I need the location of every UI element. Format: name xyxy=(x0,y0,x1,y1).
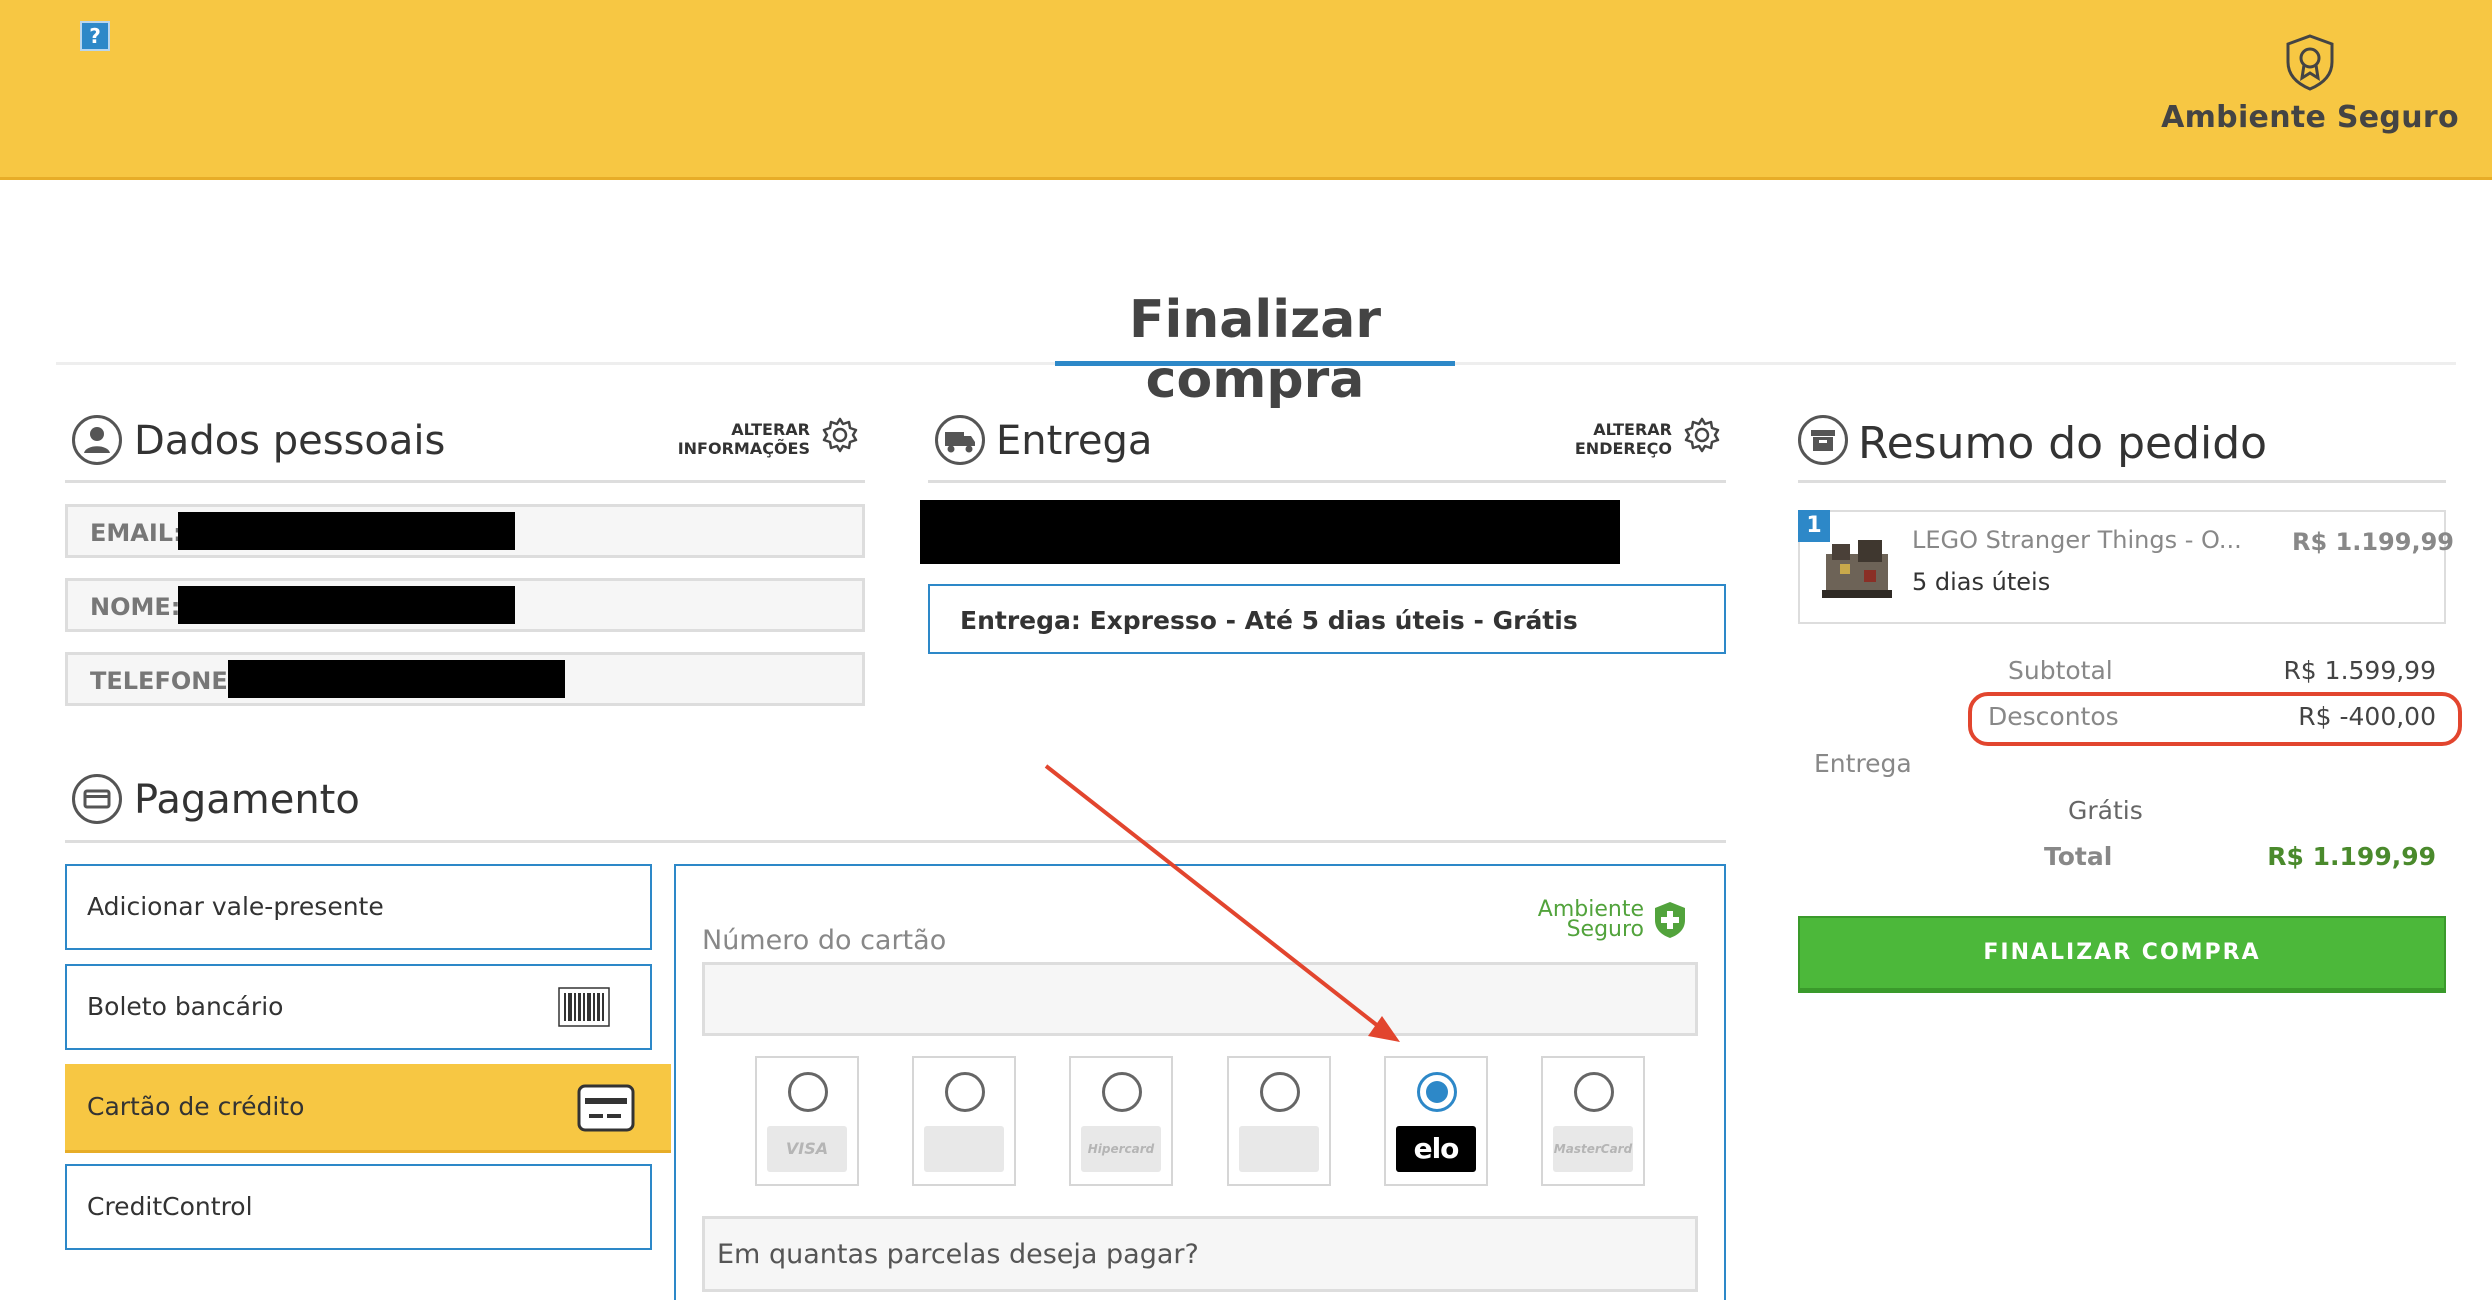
annotation-arrow xyxy=(1044,764,1400,1042)
